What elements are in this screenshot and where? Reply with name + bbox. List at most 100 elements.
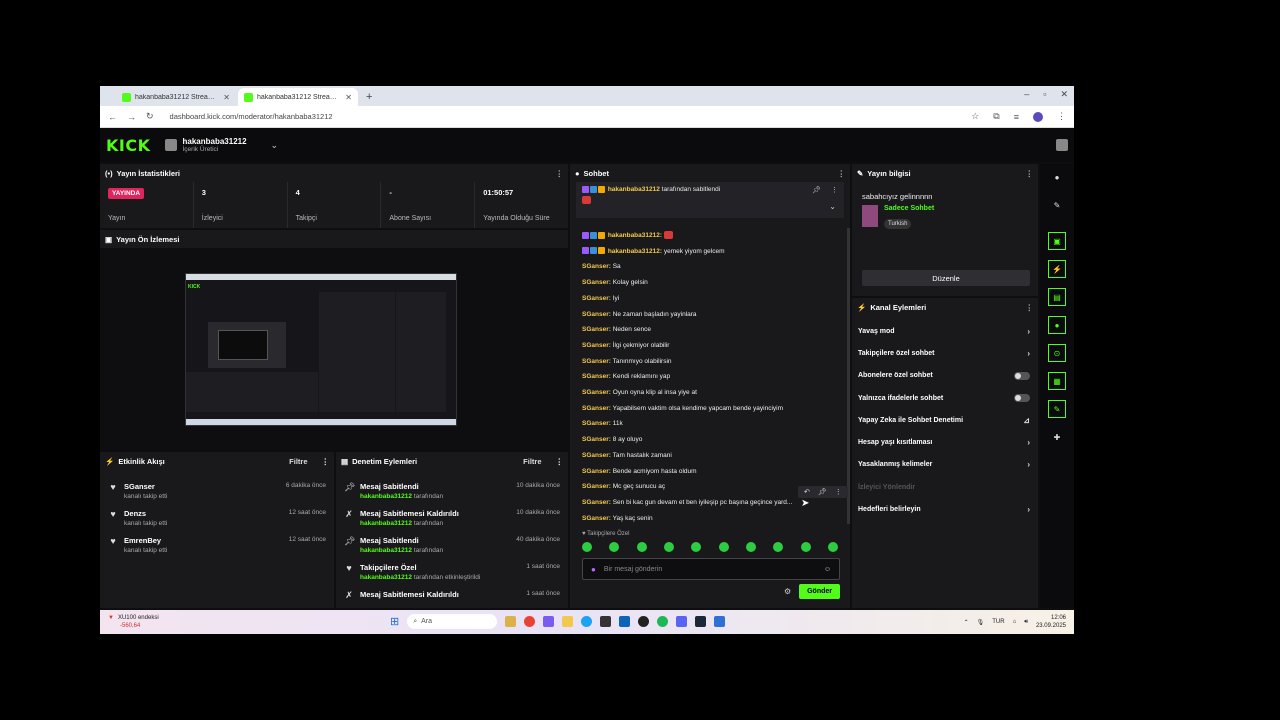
more-options-icon[interactable]: ⋮ [1026,169,1034,178]
chat-username[interactable]: SGanser: [582,436,611,443]
edit-button[interactable]: Düzenle [862,270,1030,286]
channel-action-slow-mode[interactable]: Yavaş mod › [852,320,1038,342]
emotes-only-toggle[interactable] [1014,394,1030,403]
chat-message[interactable]: SGanser: Ne zaman başladın yayinlara [582,307,844,323]
steam-icon[interactable] [695,616,707,627]
channel-action-followers-only[interactable]: Takipçilere özel sohbet › [852,342,1038,364]
more-options-icon[interactable]: ⋮ [1026,303,1034,312]
record-icon[interactable]: ● [1048,168,1066,186]
maximize-button[interactable]: ▫ [1043,89,1046,100]
list-widget-icon[interactable]: ▤ [1048,288,1066,306]
new-tab-button[interactable]: + [360,91,378,106]
chat-username[interactable]: SGanser: [582,326,611,333]
mod-action-user[interactable]: hakanbaba31212 [360,547,412,554]
windows-start-icon[interactable]: ⊞ [390,615,399,628]
emote-icon[interactable] [718,542,729,552]
stream-preview-video[interactable]: KICK [185,273,457,426]
chat-message[interactable]: SGanser: 8 ay oluyo [582,432,844,448]
user-avatar[interactable] [1056,139,1068,151]
mod-action-user[interactable]: hakanbaba31212 [360,574,412,581]
emoji-picker-icon[interactable]: ☺ [824,566,831,573]
chat-username[interactable]: SGanser: [582,515,611,522]
more-options-icon[interactable]: ⋮ [831,186,838,194]
emote-icon[interactable] [773,542,784,552]
chat-username[interactable]: SGanser: [582,483,611,490]
chat-username[interactable]: SGanser: [582,358,611,365]
channel-action-account-age[interactable]: Hesap yaşı kısıtlaması › [852,431,1038,453]
discord-icon[interactable] [676,616,688,627]
category-name[interactable]: Sadece Sohbet [884,205,934,212]
taskbar-search[interactable]: ⌕ Ara [407,614,498,629]
more-options-icon[interactable]: ⋮ [556,457,564,466]
browser-tab[interactable]: hakanbaba31212 Stream - Wa... ✕ [116,88,236,106]
channel-action-banned-words[interactable]: Yasaklanmış kelimeler › [852,454,1038,476]
chat-username[interactable]: SGanser: [582,405,611,412]
chat-username[interactable]: hakanbaba31212: [608,232,662,239]
chat-message[interactable]: SGanser: 11k [582,416,844,432]
chat-message[interactable]: SGanser: Tanınmıyo olabilirsin [582,354,844,370]
activity-user[interactable]: Denzs [124,509,283,518]
stock-widget[interactable]: ▼ XU100 endeksi -560,64 [108,614,159,630]
chat-message[interactable]: SGanser: Yapabilsem vaktim olsa kendime … [582,401,844,417]
chat-message[interactable]: SGanser: Kolay gelsin [582,275,844,291]
chat-message[interactable]: hakanbaba31212: [582,228,844,244]
subscribers-only-toggle[interactable] [1014,371,1030,380]
chat-username[interactable]: SGanser: [582,263,611,270]
chat-username[interactable]: SGanser: [582,311,611,318]
chat-username[interactable]: SGanser: [582,342,611,349]
forward-icon[interactable]: → [127,112,136,122]
chat-username[interactable]: SGanser: [582,452,611,459]
chat-message[interactable]: SGanser: Sa [582,259,844,275]
app-icon[interactable] [600,616,612,627]
chevron-down-icon[interactable]: ⌄ [271,140,279,151]
pinned-author[interactable]: hakanbaba31212 [608,186,660,193]
chat-username[interactable]: SGanser: [582,373,611,380]
emote-icon[interactable] [691,542,702,552]
back-icon[interactable]: ← [108,112,117,122]
more-options-icon[interactable]: ⋮ [838,169,846,178]
folder-icon[interactable] [562,616,574,627]
chat-username[interactable]: SGanser: [582,468,611,475]
channel-action-goals[interactable]: Hedefleri belirleyin › [852,498,1038,520]
reply-icon[interactable]: ↶ [804,488,810,496]
broadcast-widget-icon[interactable]: ⊙ [1048,344,1066,362]
pinned-message[interactable]: hakanbaba31212 tarafından sabitlendi 📌︎ ⋮… [576,182,844,218]
app-icon[interactable] [714,616,726,627]
chat-message[interactable]: SGanser: Oyun oyna klip al insa yiye at [582,385,844,401]
gear-icon[interactable]: ⚙ [784,587,791,596]
channel-switcher[interactable]: hakanbaba31212 İçerik Üretici ⌄ [164,137,279,153]
media-icon[interactable]: ≡ [1014,112,1019,122]
wrench-widget-icon[interactable]: ✎ [1048,400,1066,418]
chat-message[interactable]: SGanser: Yaş kaç senin [582,511,844,527]
bolt-widget-icon[interactable]: ⚡ [1048,260,1066,278]
chat-input[interactable]: ● Bir mesaj gönderin ☺ [582,558,840,580]
close-tab-icon[interactable]: ✕ [345,93,352,102]
close-tab-icon[interactable]: ✕ [223,93,230,102]
file-explorer-icon[interactable] [505,616,517,627]
emote-icon[interactable] [827,542,838,552]
browser-tab-active[interactable]: hakanbaba31212 Stream - Kick ✕ [238,88,358,106]
channel-action-ai-moderation[interactable]: Yapay Zeka ile Sohbet Denetimi ⊿ [852,409,1038,431]
more-options-icon[interactable]: ⋮ [322,457,330,466]
mic-icon[interactable]: ● [591,565,596,574]
language-indicator[interactable]: TUR [992,619,1004,625]
chevron-down-icon[interactable]: ⌄ [829,202,836,211]
send-button[interactable]: Gönder [799,584,840,599]
reload-icon[interactable]: ↻ [146,111,154,122]
chrome-icon[interactable] [524,616,536,627]
chat-username[interactable]: SGanser: [582,279,611,286]
chat-message[interactable]: SGanser: Bende acmiyom hasta oldum [582,464,844,480]
chat-message[interactable]: SGanser: İlgi çekmiyor olabilir [582,338,844,354]
clock[interactable]: 12:06 23.09.2025 [1036,614,1066,630]
add-widget-icon[interactable]: ✚ [1048,428,1066,446]
chat-username[interactable]: hakanbaba31212: [608,248,662,255]
edge-icon[interactable] [581,616,593,627]
chat-message[interactable]: SGanser: Tam hastalık zamani [582,448,844,464]
activity-user[interactable]: SGanser [124,482,280,491]
volume-icon[interactable]: 🔊︎ [1024,619,1028,626]
emote-icon[interactable] [663,542,674,552]
mod-action-user[interactable]: hakanbaba31212 [360,520,412,527]
pin-icon[interactable]: 📌︎ [812,186,821,194]
filter-button[interactable]: Filtre [289,457,307,466]
pencil-icon[interactable]: ✎ [1048,196,1066,214]
